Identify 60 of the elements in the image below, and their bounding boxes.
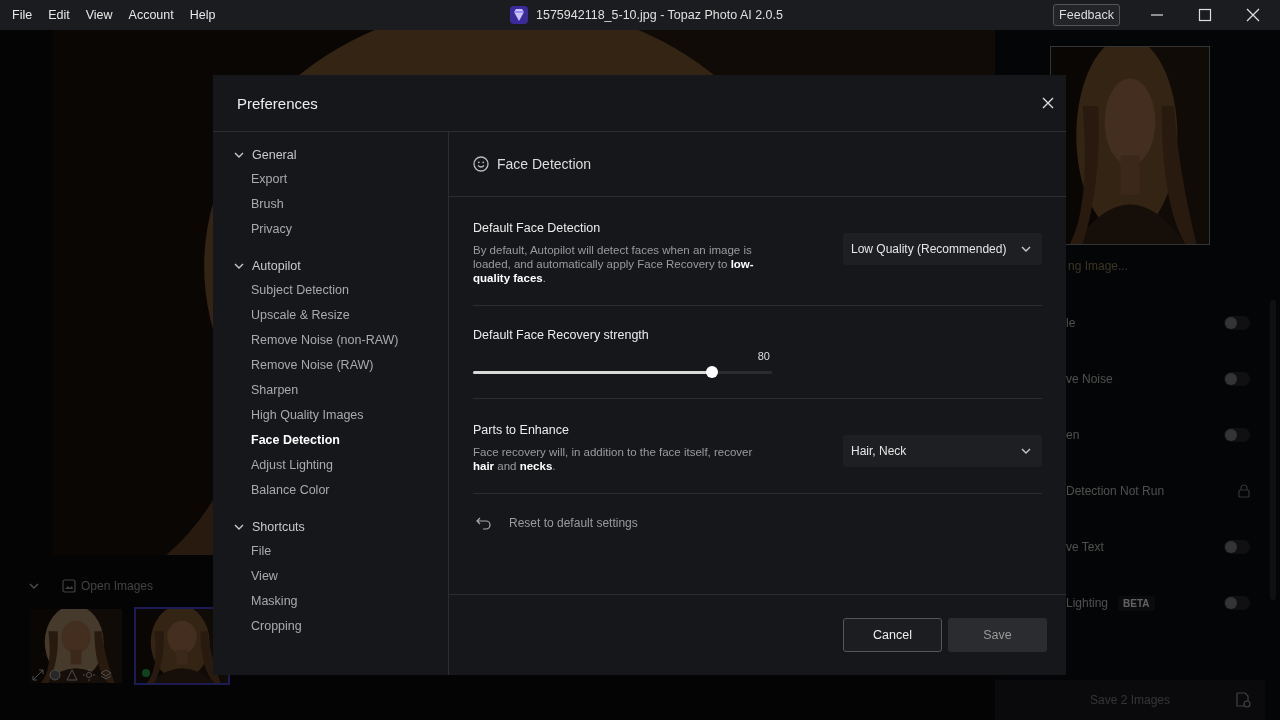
nav-item[interactable]: Masking (213, 589, 448, 614)
image-icon[interactable] (62, 579, 76, 593)
status-dot-icon (142, 669, 150, 677)
close-icon[interactable] (1042, 97, 1054, 109)
nav-item[interactable]: Subject Detection (213, 278, 448, 303)
setting-description: By default, Autopilot will detect faces when an image is loaded, and automatically apply Face Recovery to low-quality faces. (473, 243, 755, 285)
beta-badge: BETA (1118, 595, 1155, 611)
nav-item[interactable]: File (213, 539, 448, 564)
nav-item[interactable]: Balance Color (213, 478, 448, 503)
setting-title: Parts to Enhance (473, 423, 570, 437)
nav-group-header[interactable]: General (213, 142, 448, 167)
menu-item[interactable]: Help (181, 8, 224, 22)
menu-item[interactable]: View (77, 8, 121, 22)
app-logo-icon (510, 6, 528, 24)
toggle-switch[interactable] (1224, 372, 1250, 386)
smiley-icon (473, 156, 489, 172)
nav-item[interactable]: Cropping (213, 614, 448, 639)
toggle-switch[interactable] (1224, 316, 1250, 330)
nav-item[interactable]: Export (213, 167, 448, 192)
section-title: Face Detection (497, 156, 592, 172)
dialog-title: Preferences (237, 94, 318, 112)
window-title: 1575942118_5-10.jpg - Topaz Photo AI 2.0.5 (536, 8, 783, 22)
setting-title: Default Face Recovery strength (473, 328, 650, 342)
toggle-switch[interactable] (1224, 540, 1250, 554)
close-icon[interactable] (1246, 8, 1260, 22)
nav-item[interactable]: Remove Noise (RAW) (213, 353, 448, 378)
setting-title: Default Face Detection (473, 221, 602, 235)
menu-item[interactable]: Edit (40, 8, 78, 22)
reset-button[interactable]: Reset to default settings (475, 516, 638, 530)
setting-description: Face recovery will, in addition to the face itself, recover hair and necks. (473, 445, 754, 473)
nav-item[interactable]: Remove Noise (non-RAW) (213, 328, 448, 353)
expand-icon (32, 669, 44, 681)
circle-icon (49, 669, 61, 681)
dropdown[interactable]: Hair, Neck (843, 435, 1042, 467)
sun-icon (83, 669, 95, 681)
menu-item[interactable]: File (4, 8, 41, 22)
nav-item[interactable]: Adjust Lighting (213, 453, 448, 478)
nav-item[interactable]: Face Detection (213, 428, 448, 453)
cancel-button[interactable]: Cancel (843, 618, 942, 652)
dropdown[interactable]: Low Quality (Recommended) (843, 233, 1042, 265)
slider-value: 80 (756, 350, 771, 362)
lock-icon (1238, 484, 1250, 498)
feedback-button[interactable]: Feedback (1053, 4, 1120, 26)
layers-icon (100, 669, 112, 681)
nav-group-header[interactable]: Autopilot (213, 253, 448, 278)
undo-icon (475, 516, 493, 530)
toggle-switch[interactable] (1224, 428, 1250, 442)
nav-item[interactable]: Privacy (213, 217, 448, 242)
nav-group-header[interactable]: Shortcuts (213, 514, 448, 539)
maximize-icon[interactable] (1198, 8, 1212, 22)
slider-thumb[interactable] (706, 366, 719, 378)
nav-item[interactable]: High Quality Images (213, 403, 448, 428)
menu-item[interactable]: Account (120, 8, 182, 22)
nav-item[interactable]: Upscale & Resize (213, 303, 448, 328)
nav-item[interactable]: View (213, 564, 448, 589)
toggle-switch[interactable] (1224, 596, 1250, 610)
nav-item[interactable]: Brush (213, 192, 448, 217)
nav-item[interactable]: Sharpen (213, 378, 448, 403)
triangle-icon (66, 669, 78, 681)
save-settings-icon[interactable] (1235, 692, 1251, 708)
